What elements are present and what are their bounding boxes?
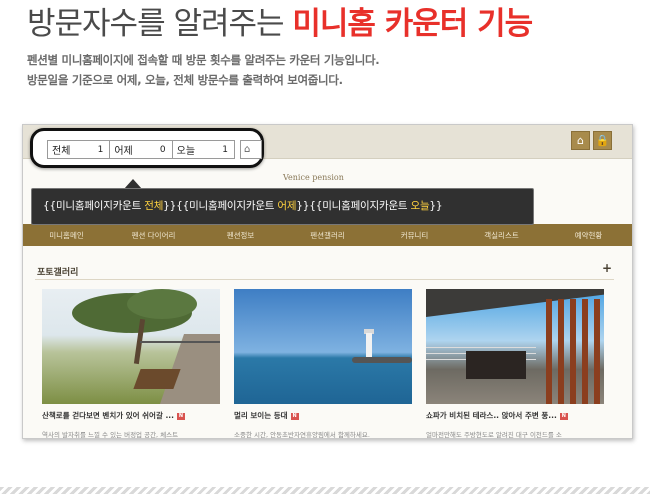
top-icon-group: ⌂ 🔒 — [571, 131, 612, 150]
new-badge: N — [177, 412, 186, 420]
counter-today: 오늘 1 — [173, 141, 234, 158]
gallery-card-caption-text[interactable]: 쇼파가 비치된 테라스.. 앉아서 주변 풍... — [426, 411, 557, 420]
visitor-counter: 전체 1 어제 0 오늘 1 — [47, 140, 235, 159]
counter-today-value: 1 — [222, 144, 228, 155]
gallery-card[interactable]: 쇼파가 비치된 테라스.. 앉아서 주변 풍... N 얼마전만해도 주방현도로 … — [426, 289, 604, 439]
gallery-photo[interactable] — [234, 289, 412, 404]
gallery-card-summary: 역사의 발자취를 느낄 수 있는 버정업 공간, 체스트 — [42, 431, 179, 439]
home-mini-button[interactable]: ⌂ D — [240, 140, 262, 159]
site-brand: Venice pension — [283, 173, 344, 182]
minihome-screenshot: ⌂ 🔒 Venice pension 미니홈메인 펜션 다이어리 펜션정보 펜션… — [22, 124, 633, 439]
description-line-1: 펜션별 미니홈페이지에 접속할 때 방문 횟수를 알려주는 카운터 기능입니다. — [27, 53, 380, 67]
nav-item-gallery[interactable]: 펜션갤러리 — [284, 230, 371, 241]
nav-item-community[interactable]: 커뮤니티 — [371, 230, 458, 241]
gallery-title: 포토갤러리 — [37, 268, 79, 278]
nav-item-rooms[interactable]: 객실리스트 — [458, 230, 545, 241]
counter-total-label: 전체 — [52, 146, 71, 157]
counter-yesterday: 어제 0 — [110, 141, 173, 158]
counter-code-tooltip: {{미니홈페이지카운트 전체}}{{미니홈페이지카운트 어제}}{{미니홈페이지… — [31, 188, 534, 225]
gallery-card-caption[interactable]: 멀리 보이는 등대 N — [234, 410, 412, 421]
gallery-photo[interactable] — [426, 289, 604, 404]
counter-total: 전체 1 — [48, 141, 111, 158]
code-prefix-3: }}{{미니홈페이지카운트 — [296, 200, 411, 212]
new-badge: N — [559, 412, 568, 420]
gallery-card-caption[interactable]: 쇼파가 비치된 테라스.. 앉아서 주변 풍... N — [426, 410, 604, 421]
code-total: 전체 — [144, 200, 164, 212]
gallery-card-summary: 얼마전만해도 주방현도로 알려진 대구 이천드를 소 — [426, 431, 562, 439]
code-suffix: }} — [429, 200, 443, 212]
counter-total-value: 1 — [97, 144, 104, 155]
nav-item-booking[interactable]: 예약현황 — [545, 230, 632, 241]
bottom-divider — [0, 487, 650, 494]
gallery-photo[interactable] — [42, 289, 220, 404]
page-headline: 방문자수를 알려주는 미니홈 카운터 기능 — [27, 4, 533, 44]
code-yesterday: 어제 — [277, 200, 297, 212]
counter-yesterday-value: 0 — [159, 144, 166, 155]
minihome-nav: 미니홈메인 펜션 다이어리 펜션정보 펜션갤러리 커뮤니티 객실리스트 예약현황 — [23, 224, 632, 246]
gallery-card[interactable]: 산책로를 걷다보면 벤치가 있어 쉬어갈 ... N 역사의 발자취를 느낄 수 … — [42, 289, 220, 439]
code-prefix-2: }}{{미니홈페이지카운트 — [163, 200, 278, 212]
lock-icon[interactable]: 🔒 — [593, 131, 612, 150]
nav-item-info[interactable]: 펜션정보 — [197, 230, 284, 241]
code-today: 오늘 — [410, 200, 430, 212]
home-icon[interactable]: ⌂ — [571, 131, 590, 150]
gallery-card-caption-text[interactable]: 산책로를 걷다보면 벤치가 있어 쉬어갈 ... — [42, 411, 174, 420]
headline-normal: 방문자수를 알려주는 — [27, 6, 293, 42]
gallery-card-caption[interactable]: 산책로를 걷다보면 벤치가 있어 쉬어갈 ... N — [42, 410, 220, 421]
description-line-2: 방문일을 기준으로 어제, 오늘, 전체 방문수를 출력하여 보여줍니다. — [27, 73, 343, 87]
gallery-more-button[interactable]: + — [602, 261, 612, 275]
nav-item-diary[interactable]: 펜션 다이어리 — [110, 230, 197, 241]
gallery-divider — [35, 279, 614, 280]
gallery-card-caption-text[interactable]: 멀리 보이는 등대 — [234, 411, 288, 420]
nav-item-main[interactable]: 미니홈메인 — [23, 230, 110, 241]
counter-today-label: 오늘 — [176, 146, 196, 157]
gallery-card[interactable]: 멀리 보이는 등대 N 소중한 시간, 안동초반자연휴양림에서 함께하세요. — [234, 289, 412, 439]
headline-accent: 미니홈 카운터 기능 — [292, 6, 533, 42]
gallery-card-summary: 소중한 시간, 안동초반자연휴양림에서 함께하세요. — [234, 431, 370, 439]
code-prefix-1: {{미니홈페이지카운트 — [43, 200, 145, 212]
counter-yesterday-label: 어제 — [114, 146, 133, 157]
new-badge: N — [290, 412, 299, 420]
